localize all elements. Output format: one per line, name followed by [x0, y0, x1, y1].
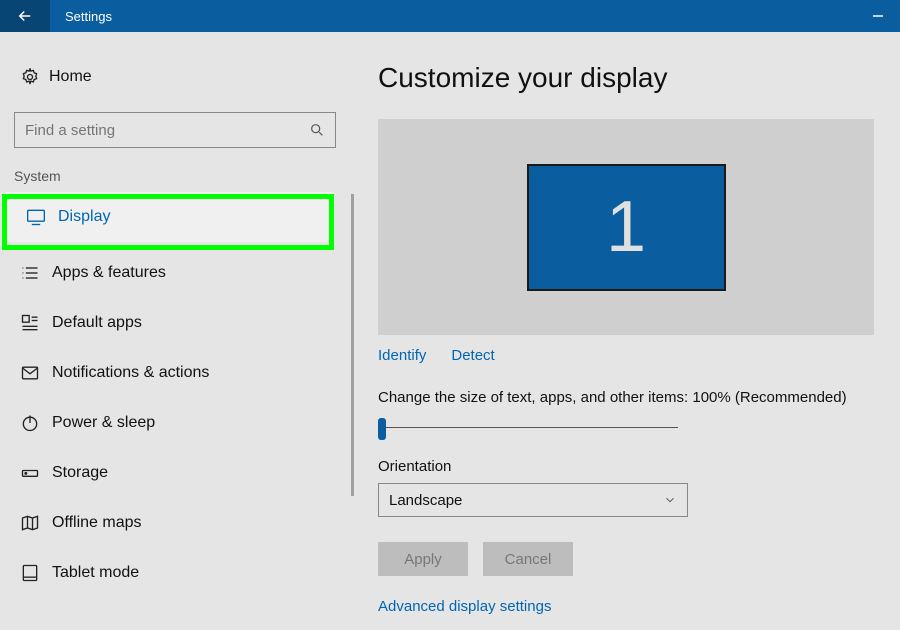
- storage-icon: [20, 463, 48, 483]
- monitor-1[interactable]: 1: [527, 164, 726, 291]
- sidebar-item-label: Tablet mode: [52, 564, 139, 582]
- main-panel: Customize your display 1 Identify Detect…: [350, 32, 900, 630]
- sidebar-item-label: Power & sleep: [52, 414, 155, 432]
- monitor-number: 1: [606, 186, 646, 268]
- display-actions: Identify Detect: [378, 347, 872, 364]
- sidebar-item-label: Notifications & actions: [52, 364, 209, 382]
- slider-thumb[interactable]: [378, 418, 386, 440]
- search-icon: [309, 122, 325, 138]
- chevron-down-icon: [663, 493, 677, 507]
- slider-track: [378, 427, 678, 428]
- sidebar-item-tablet-mode[interactable]: Tablet mode: [0, 548, 350, 598]
- titlebar: Settings: [0, 0, 900, 32]
- page-title: Customize your display: [378, 62, 872, 94]
- nav-list: Display Apps & features Default apps Not…: [0, 192, 350, 598]
- minimize-button[interactable]: [856, 0, 900, 32]
- scrollbar[interactable]: [351, 194, 354, 496]
- window-title: Settings: [65, 9, 112, 24]
- sidebar-item-offline-maps[interactable]: Offline maps: [0, 498, 350, 548]
- home-label: Home: [49, 68, 92, 86]
- sidebar-item-notifications[interactable]: Notifications & actions: [0, 348, 350, 398]
- sidebar-item-apps[interactable]: Apps & features: [0, 248, 350, 298]
- window-controls: [856, 0, 900, 32]
- sidebar-item-storage[interactable]: Storage: [0, 448, 350, 498]
- identify-link[interactable]: Identify: [378, 347, 426, 364]
- button-row: Apply Cancel: [378, 542, 872, 576]
- sidebar: Home System Display Apps & features: [0, 32, 350, 630]
- display-icon: [26, 207, 54, 227]
- cancel-button[interactable]: Cancel: [483, 542, 573, 576]
- power-icon: [20, 413, 48, 433]
- display-preview[interactable]: 1: [378, 119, 874, 335]
- orientation-value: Landscape: [389, 492, 663, 509]
- sidebar-item-default-apps[interactable]: Default apps: [0, 298, 350, 348]
- sidebar-item-power[interactable]: Power & sleep: [0, 398, 350, 448]
- scale-label: Change the size of text, apps, and other…: [378, 389, 872, 406]
- gear-icon: [20, 67, 45, 87]
- list-icon: [20, 263, 48, 283]
- arrow-left-icon: [16, 7, 34, 25]
- minimize-icon: [872, 10, 884, 22]
- map-icon: [20, 513, 48, 533]
- sidebar-item-label: Default apps: [52, 314, 142, 332]
- orientation-dropdown[interactable]: Landscape: [378, 483, 688, 517]
- sidebar-item-display[interactable]: Display: [6, 192, 334, 242]
- back-button[interactable]: [0, 0, 50, 32]
- orientation-label: Orientation: [378, 458, 872, 475]
- notifications-icon: [20, 363, 48, 383]
- apply-button[interactable]: Apply: [378, 542, 468, 576]
- sidebar-item-label: Display: [58, 208, 110, 226]
- sidebar-item-label: Storage: [52, 464, 108, 482]
- home-button[interactable]: Home: [0, 57, 350, 97]
- search-input[interactable]: [25, 122, 309, 139]
- category-header: System: [14, 168, 350, 184]
- sidebar-item-label: Offline maps: [52, 514, 142, 532]
- detect-link[interactable]: Detect: [451, 347, 494, 364]
- default-apps-icon: [20, 313, 48, 333]
- search-box[interactable]: [14, 112, 336, 148]
- sidebar-item-label: Apps & features: [52, 264, 166, 282]
- scale-slider[interactable]: [378, 416, 678, 440]
- advanced-display-link[interactable]: Advanced display settings: [378, 598, 872, 615]
- content-area: Home System Display Apps & features: [0, 32, 900, 630]
- tablet-icon: [20, 563, 48, 583]
